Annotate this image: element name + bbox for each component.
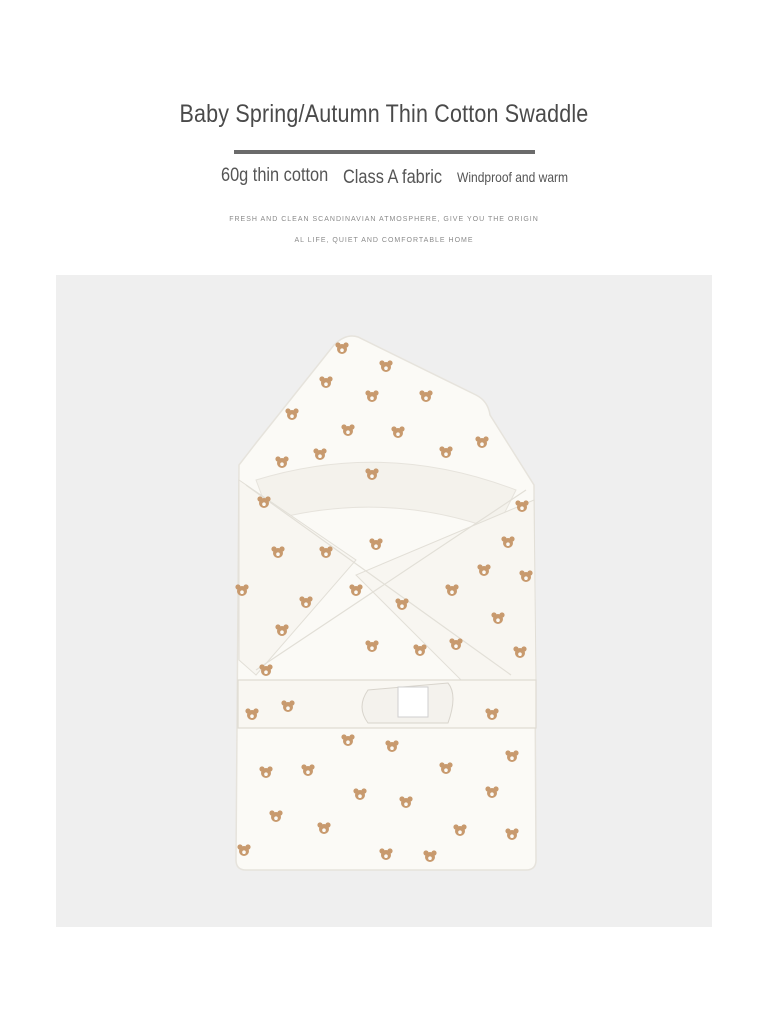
velcro-patch: [397, 686, 429, 718]
tagline-line-2: AL LIFE, QUIET AND COMFORTABLE HOME: [294, 237, 474, 244]
title-divider: [234, 150, 535, 154]
page-title: Baby Spring/Autumn Thin Cotton Swaddle: [179, 100, 589, 128]
product-photo: [56, 275, 712, 927]
swaddle-illustration: [235, 335, 537, 871]
feature-class-a-fabric: Class A fabric: [343, 167, 442, 188]
feature-thin-cotton: 60g thin cotton: [221, 165, 329, 186]
feature-windproof: Windproof and warm: [457, 169, 569, 185]
tagline-line-1: FRESH AND CLEAN SCANDINAVIAN ATMOSPHERE,…: [229, 216, 539, 223]
